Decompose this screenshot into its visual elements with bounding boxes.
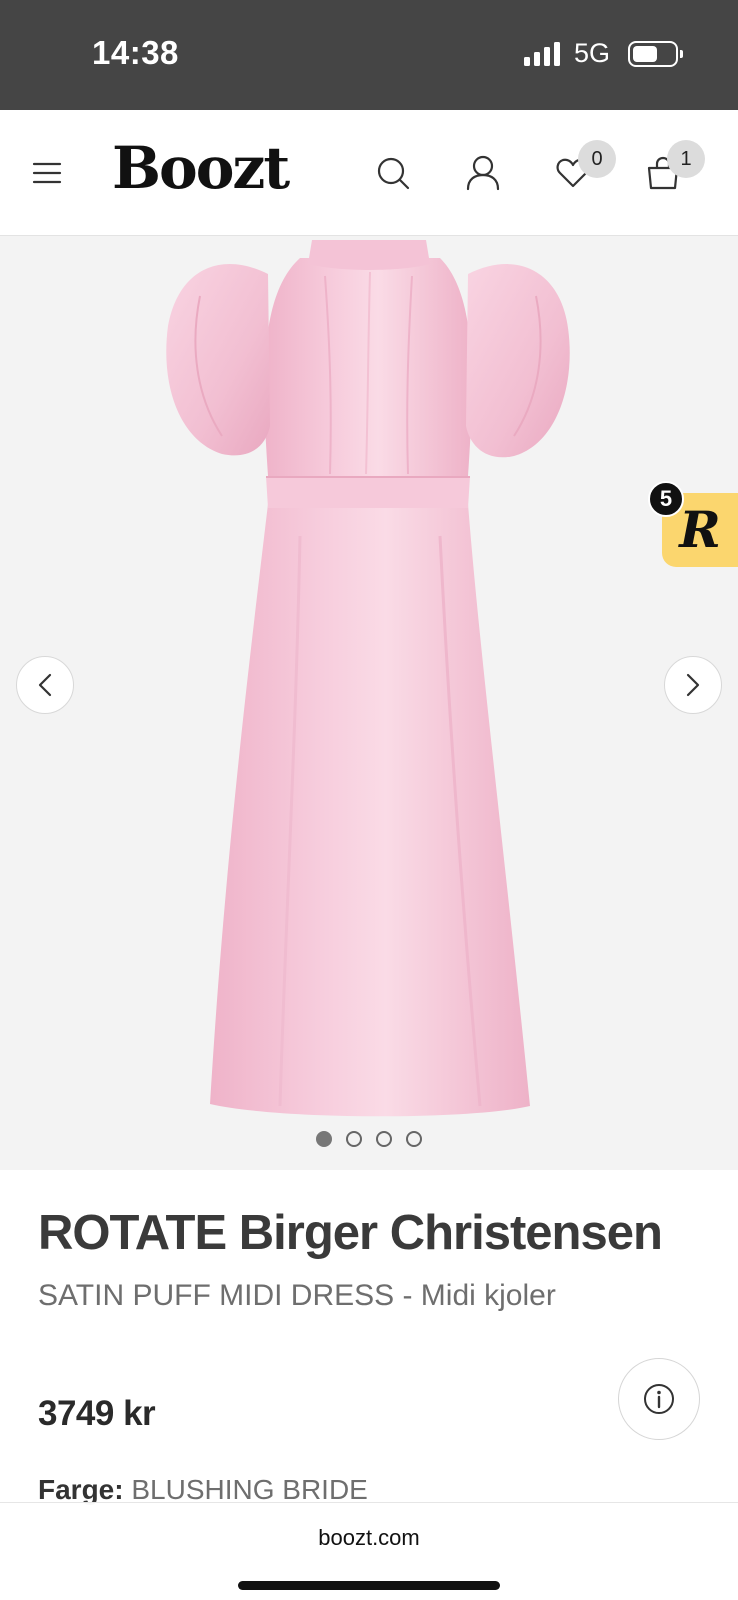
site-header: Boozt 0 1: [0, 110, 738, 236]
gallery-dot[interactable]: [406, 1131, 422, 1147]
previous-image-button[interactable]: [16, 656, 74, 714]
status-time: 14:38: [92, 34, 179, 71]
home-indicator[interactable]: [238, 1581, 500, 1590]
product-name: SATIN PUFF MIDI DRESS - Midi kjoler: [38, 1279, 556, 1312]
chevron-right-icon: [686, 673, 700, 697]
user-icon: [466, 155, 500, 191]
product-price: 3749 kr: [38, 1394, 156, 1433]
price-info-button[interactable]: [618, 1358, 700, 1440]
rewards-logo-icon: R: [679, 500, 721, 559]
next-image-button[interactable]: [664, 656, 722, 714]
battery-icon: [628, 40, 683, 67]
wishlist-count-badge: 0: [578, 140, 616, 178]
color-label: Farge:: [38, 1474, 124, 1505]
color-value: BLUSHING BRIDE: [131, 1474, 368, 1505]
address-bar[interactable]: boozt.com: [0, 1525, 738, 1551]
menu-button[interactable]: [22, 110, 72, 236]
chevron-left-icon: [38, 673, 52, 697]
network-type: 5G: [573, 38, 610, 68]
hamburger-icon: [32, 162, 62, 184]
gallery-dot[interactable]: [316, 1131, 332, 1147]
product-brand[interactable]: ROTATE Birger Christensen: [38, 1205, 663, 1261]
rewards-count-badge: 5: [648, 481, 684, 517]
product-image-gallery[interactable]: [0, 236, 738, 1170]
account-button[interactable]: [458, 110, 508, 236]
gallery-dot[interactable]: [346, 1131, 362, 1147]
rewards-widget-button[interactable]: R 5: [648, 481, 738, 567]
signal-icon: [523, 41, 560, 66]
search-icon: [377, 157, 410, 190]
product-image[interactable]: [0, 236, 738, 1170]
boozt-logo[interactable]: Boozt: [112, 134, 290, 202]
gallery-dot[interactable]: [376, 1131, 392, 1147]
gallery-pagination: [0, 1131, 738, 1147]
search-button[interactable]: [368, 110, 418, 236]
status-indicators: 5G: [523, 38, 683, 69]
cart-count-badge: 1: [667, 140, 705, 178]
browser-bottom-bar: boozt.com: [0, 1502, 738, 1600]
status-bar: 14:38 5G: [0, 0, 738, 110]
info-icon: [644, 1384, 674, 1414]
